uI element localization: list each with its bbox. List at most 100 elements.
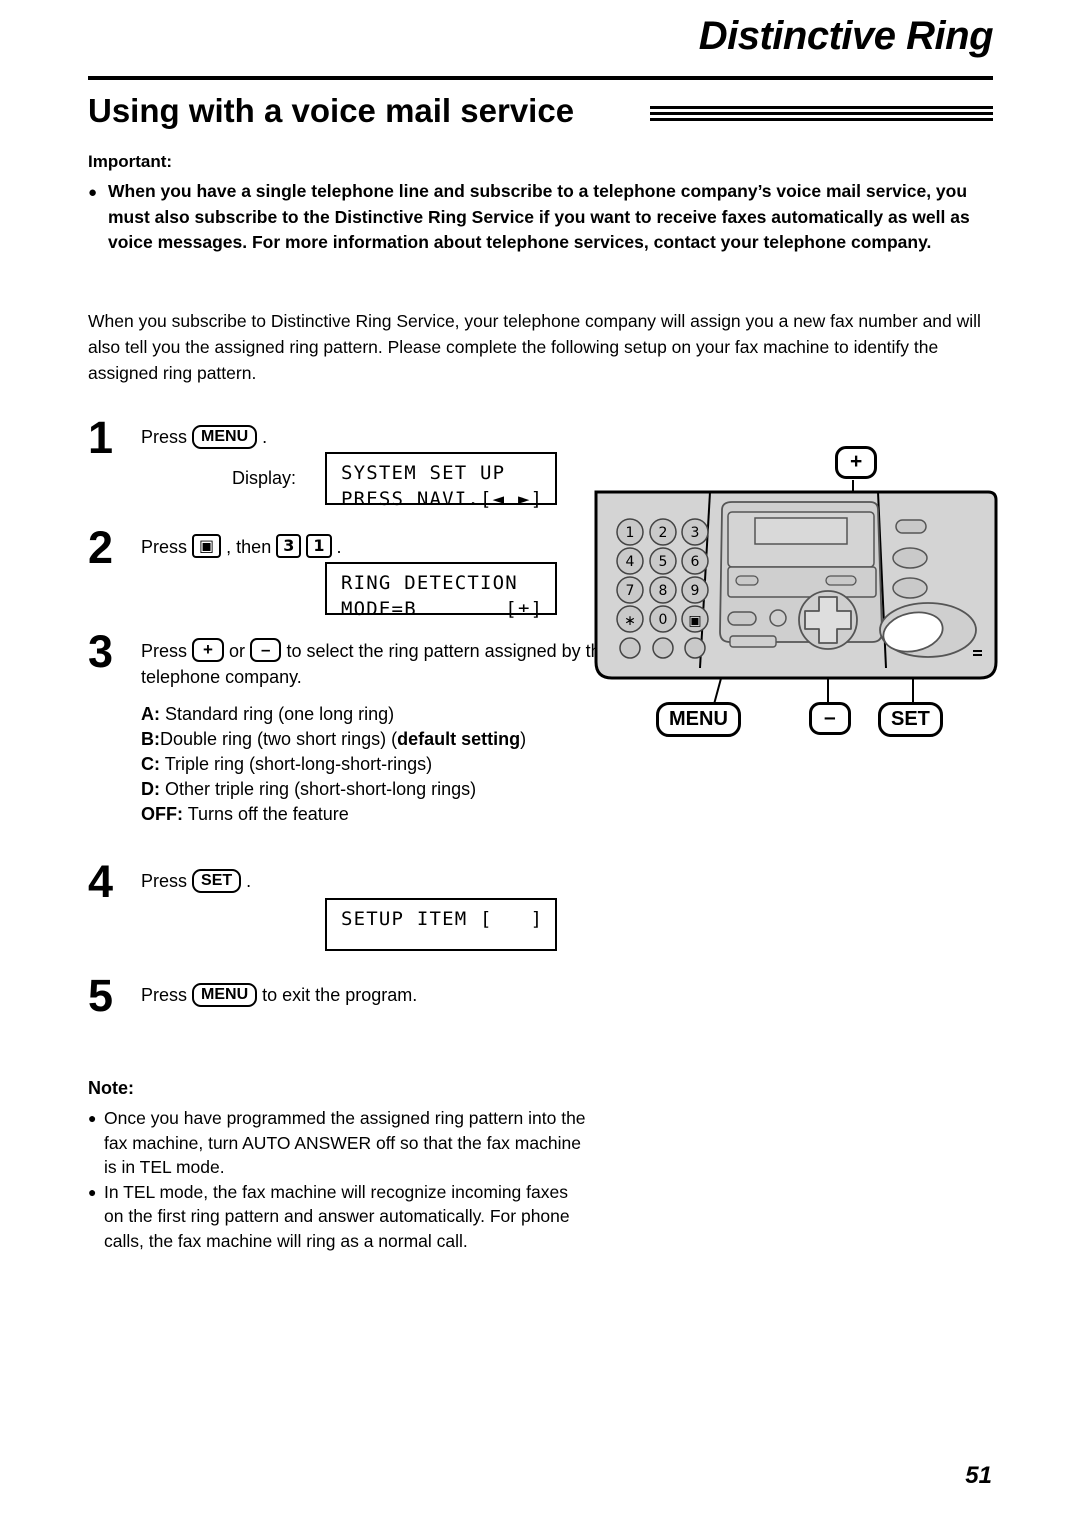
step-5-press-word: Press [141, 985, 188, 1005]
ring-option-c-label: C: [141, 754, 160, 774]
step-3-press-word: Press [141, 641, 188, 661]
right-button-1 [895, 519, 927, 534]
note-list: ● Once you have programmed the assigned … [88, 1106, 588, 1253]
fax-machine-illustration: 1 2 3 4 5 6 7 8 9 ∗ 0 ▣ + – MENU SET [588, 440, 1008, 740]
step-5-rest: to exit the program. [262, 985, 418, 1005]
step-5-text: Press MENU to exit the program. [141, 982, 417, 1008]
lcd-display-2: RING DETECTION MODE=B [±] [325, 562, 557, 620]
step-1-period: . [262, 427, 268, 447]
digit-1-key-inline[interactable]: 1 [306, 534, 332, 558]
keypad-key-9: 9 [691, 583, 700, 599]
page-title: Using with a voice mail service [88, 92, 575, 129]
lcd-1-line-2: PRESS NAVI.[◄ ►] [341, 488, 544, 510]
callout-minus: – [809, 702, 851, 735]
console-lower-slot [729, 635, 777, 648]
step-4-press-word: Press [141, 871, 188, 891]
step-2-press-word: Press [141, 537, 188, 557]
keypad-key-2: 2 [659, 525, 668, 541]
console-button-right [825, 575, 857, 586]
set-key-inline[interactable]: SET [192, 869, 242, 893]
keypad-key-4: 4 [626, 554, 635, 570]
note-item-text: Once you have programmed the assigned ri… [104, 1108, 586, 1177]
step-2-number: 2 [88, 522, 114, 573]
step-1-number: 1 [88, 412, 114, 463]
callout-set: SET [878, 702, 943, 737]
step-5-number: 5 [88, 970, 114, 1021]
important-heading: Important: [88, 152, 173, 171]
ring-option-b: B:Double ring (two short rings) (default… [141, 727, 611, 752]
step-3-text: Press + or – to select the ring pattern … [141, 638, 611, 690]
lcd-3-line-1: SETUP ITEM [ ] [341, 908, 544, 930]
step-2-then-word: , then [226, 537, 272, 557]
ring-option-off: OFF: Turns off the feature [141, 802, 611, 827]
chapter-title: Distinctive Ring [698, 14, 994, 58]
lcd-display-3: SETUP ITEM [ ] [325, 898, 557, 951]
menu-key-inline-2[interactable]: MENU [192, 983, 258, 1007]
ring-option-b-close: ) [520, 729, 527, 749]
step-1-text: Press MENU . [141, 424, 267, 450]
ring-pattern-options: A: Standard ring (one long ring) B:Doubl… [141, 702, 611, 827]
note-item: ● In TEL mode, the fax machine will reco… [88, 1180, 588, 1254]
note-item: ● Once you have programmed the assigned … [88, 1106, 588, 1180]
keypad-key-hash: ▣ [688, 613, 701, 629]
page-header: Distinctive Ring [88, 14, 994, 80]
header-rule [88, 76, 993, 80]
lcd-2-line-2: MODE=B [±] [341, 598, 544, 620]
bullet-icon: ● [88, 1183, 97, 1200]
step-1-press-word: Press [141, 427, 188, 447]
menu-button [727, 611, 757, 626]
step-4-text: Press SET . [141, 868, 251, 894]
ring-option-a: A: Standard ring (one long ring) [141, 702, 611, 727]
digit-3-key-inline[interactable]: 3 [276, 534, 302, 558]
step-2-text: Press ▣ , then 3 1 . [141, 534, 342, 560]
fax-panel-svg: 1 2 3 4 5 6 7 8 9 ∗ 0 ▣ [594, 480, 998, 709]
right-button-2 [892, 547, 928, 569]
note-heading: Note: [88, 1078, 134, 1098]
ring-option-a-text: Standard ring (one long ring) [165, 704, 395, 724]
lcd-display-1: SYSTEM SET UP PRESS NAVI.[◄ ►] [325, 452, 557, 510]
ring-option-d-text: Other triple ring (short-short-long ring… [165, 779, 477, 799]
callout-menu: MENU [656, 702, 741, 737]
step-4-number: 4 [88, 856, 114, 907]
section-title-rules [650, 106, 993, 124]
keypad-key-5: 5 [659, 554, 668, 570]
lcd-1-line-1: SYSTEM SET UP [341, 462, 506, 484]
ring-option-b-default: default setting [397, 729, 521, 749]
ring-option-a-label: A: [141, 704, 160, 724]
keypad-key-3: 3 [691, 525, 700, 541]
important-text: When you have a single telephone line an… [108, 181, 970, 252]
bullet-icon: ● [88, 184, 98, 201]
section-title-area: Using with a voice mail service [88, 92, 993, 140]
plus-key-inline[interactable]: + [192, 638, 224, 662]
note-item-text: In TEL mode, the fax machine will recogn… [104, 1181, 570, 1251]
step-4-period: . [246, 871, 252, 891]
important-bullet-item: ● When you have a single telephone line … [88, 179, 988, 256]
intro-paragraph: When you subscribe to Distinctive Ring S… [88, 311, 981, 383]
step-3-number: 3 [88, 626, 114, 677]
minus-key-inline[interactable]: – [250, 638, 282, 662]
ring-option-b-label: B: [141, 729, 160, 749]
ring-option-c-text: Triple ring (short-long-short-rings) [164, 754, 433, 774]
keypad-key-0: 0 [659, 612, 668, 628]
ring-option-b-text: Double ring (two short rings) ( [160, 729, 398, 749]
keypad-key-8: 8 [659, 583, 668, 599]
console-button-left [735, 575, 759, 586]
ring-option-off-label: OFF: [141, 804, 183, 824]
keypad-key-7: 7 [626, 583, 635, 599]
ring-option-c: C: Triple ring (short-long-short-rings) [141, 752, 611, 777]
step-2-period: . [336, 537, 342, 557]
lcd-2-line-1: RING DETECTION [341, 572, 518, 594]
keypad-key-star: ∗ [624, 613, 636, 629]
ring-option-off-text: Turns off the feature [187, 804, 349, 824]
bullet-icon: ● [88, 1110, 97, 1126]
manual-page: Distinctive Ring Using with a voice mail… [0, 0, 1080, 1526]
callout-plus: + [835, 446, 878, 479]
indicator-button [769, 609, 787, 627]
page-number: 51 [965, 1462, 992, 1489]
hash-key-inline[interactable]: ▣ [192, 534, 222, 558]
display-label: Display: [232, 468, 297, 488]
ring-option-d: D: Other triple ring (short-short-long r… [141, 777, 611, 802]
lcd-screen [754, 517, 848, 545]
menu-key-inline[interactable]: MENU [192, 425, 258, 449]
keypad-key-6: 6 [691, 554, 700, 570]
